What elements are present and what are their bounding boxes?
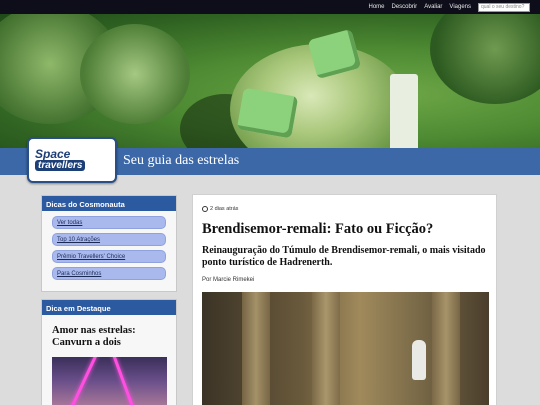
- site-tagline: Seu guia das estrelas: [123, 153, 240, 168]
- nav-descobrir[interactable]: Descobrir: [392, 4, 418, 10]
- tips-item-ver-todas[interactable]: Ver todas: [52, 216, 166, 229]
- site-logo[interactable]: Space travellers: [27, 137, 117, 183]
- featured-headline[interactable]: Amor nas estrelas: Canvurn a dois: [42, 315, 176, 349]
- featured-panel-title: Dica em Destaque: [42, 300, 176, 315]
- search-input[interactable]: qual o seu destino?: [478, 2, 530, 12]
- logo-text-travellers: travellers: [35, 160, 86, 171]
- nav-home[interactable]: Home: [368, 4, 384, 10]
- article-card: 2 dias atrás Brendisemor-remali: Fato ou…: [192, 194, 497, 405]
- tips-panel-title: Dicas do Cosmonauta: [42, 196, 176, 211]
- featured-image[interactable]: [52, 357, 167, 405]
- nav-viagens[interactable]: Viagens: [449, 4, 471, 10]
- astronaut-figure: [412, 340, 426, 380]
- article-author: Por Marcie Rimekei: [202, 277, 255, 283]
- featured-panel: Dica em Destaque Amor nas estrelas: Canv…: [41, 299, 177, 405]
- tips-item-top10[interactable]: Top 10 Atrações: [52, 233, 166, 246]
- nav-avaliar[interactable]: Avaliar: [424, 4, 442, 10]
- hero-banner: [0, 14, 540, 148]
- logo-text-space: Space: [35, 147, 71, 161]
- article-timestamp: 2 dias atrás: [202, 206, 487, 212]
- article-image: [202, 292, 489, 405]
- top-nav: Home Descobrir Avaliar Viagens qual o se…: [0, 0, 540, 14]
- article-title[interactable]: Brendisemor-remali: Fato ou Ficção?: [202, 221, 487, 238]
- article-time-text: 2 dias atrás: [210, 206, 239, 212]
- article-subtitle: Reinauguração do Túmulo de Brendisemor-r…: [202, 245, 486, 268]
- tips-item-cosminhos[interactable]: Para Cosminhos: [52, 267, 166, 280]
- tips-panel: Dicas do Cosmonauta Ver todas Top 10 Atr…: [41, 195, 177, 292]
- clock-icon: [202, 206, 208, 212]
- tips-item-travellers-choice[interactable]: Prêmio Travellers' Choice: [52, 250, 166, 263]
